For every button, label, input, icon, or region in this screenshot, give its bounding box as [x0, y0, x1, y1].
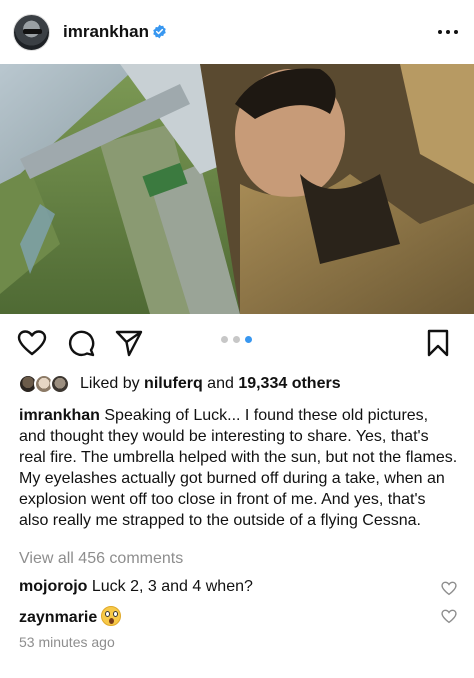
comment-text: Luck 2, 3 and 4 when? — [87, 578, 253, 595]
post-caption: imrankhan Speaking of Luck... I found th… — [19, 405, 459, 531]
comment-username[interactable]: zaynmarie — [19, 609, 97, 626]
caption-username[interactable]: imrankhan — [19, 407, 100, 424]
verified-badge-icon — [153, 24, 166, 39]
carousel-dot — [233, 336, 240, 343]
carousel-indicator — [221, 336, 255, 344]
post-username[interactable]: imrankhan — [63, 22, 149, 42]
comment-username[interactable]: mojorojo — [19, 578, 87, 595]
movie-still-image — [0, 64, 474, 314]
profile-avatar[interactable] — [13, 14, 50, 51]
likes-prefix: Liked by — [80, 375, 145, 392]
view-all-comments-link[interactable]: View all 456 comments — [19, 550, 183, 568]
likes-middle: and — [202, 375, 239, 392]
carousel-dot — [221, 336, 228, 343]
heart-icon[interactable] — [17, 329, 47, 357]
comment-row: zaynmarie — [19, 606, 459, 630]
likes-row[interactable]: Liked by niluferq and 19,334 others — [18, 372, 468, 396]
post-photo[interactable] — [0, 64, 474, 314]
flushed-face-emoji-icon — [101, 606, 122, 626]
carousel-dot-active — [245, 336, 252, 343]
bookmark-icon[interactable] — [426, 329, 450, 357]
likes-text: Liked by niluferq and 19,334 others — [80, 375, 341, 393]
comment-like-icon[interactable] — [441, 609, 457, 624]
liker-avatar — [50, 374, 70, 394]
comment-icon[interactable] — [67, 329, 95, 357]
more-options-icon[interactable] — [436, 22, 460, 42]
comment-like-icon[interactable] — [441, 581, 457, 596]
send-icon[interactable] — [115, 329, 143, 357]
post-timestamp: 53 minutes ago — [19, 634, 115, 650]
caption-text: Speaking of Luck... I found these old pi… — [19, 407, 458, 529]
liker-username[interactable]: niluferq — [144, 375, 203, 392]
post-header: imrankhan — [0, 0, 474, 64]
likes-count[interactable]: 19,334 others — [238, 375, 340, 392]
comment-row: mojorojo Luck 2, 3 and 4 when? — [19, 578, 459, 602]
